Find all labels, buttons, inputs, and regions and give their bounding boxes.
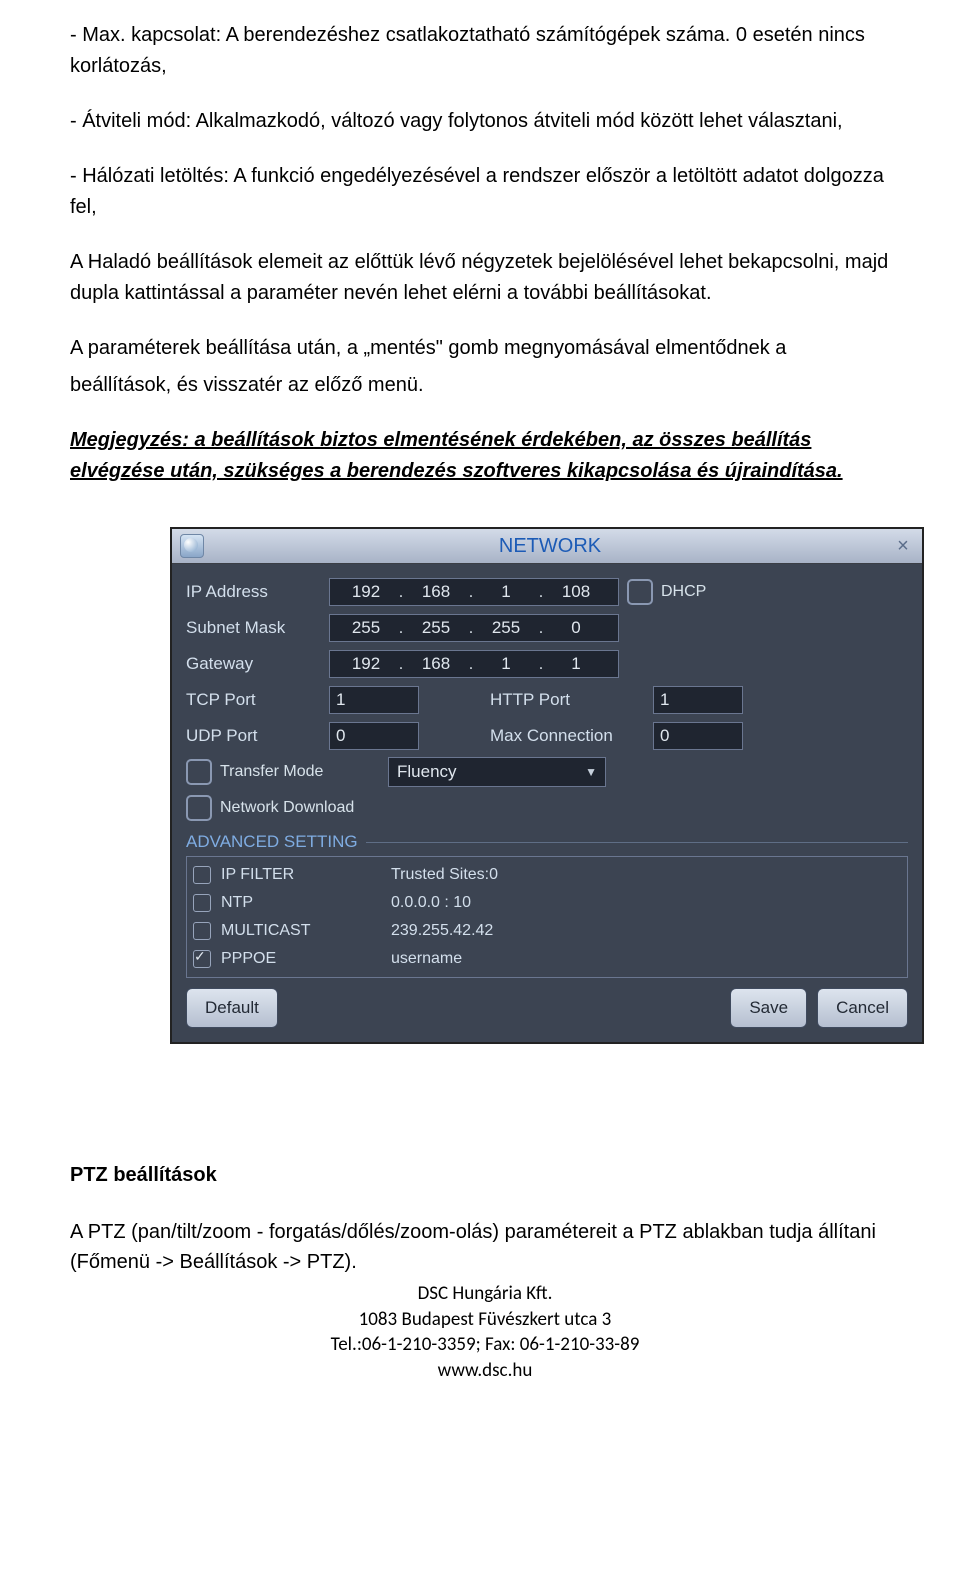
paragraph-max: - Max. kapcsolat: A berendezéshez csatla… [70, 20, 900, 82]
adv-name-ntp: NTP [221, 894, 381, 912]
udp-input[interactable]: 0 [329, 722, 419, 750]
label-ip: IP Address [186, 582, 321, 602]
adv-row-ntp[interactable]: NTP 0.0.0.0 : 10 [193, 889, 899, 917]
adv-name-pppoe: PPPOE [221, 950, 381, 968]
gw-octet-4[interactable]: 1 [546, 654, 606, 674]
footer-line-1: DSC Hungária Kft. [70, 1281, 900, 1307]
adv-name-ipfilter: IP FILTER [221, 866, 381, 884]
ptz-paragraph: A PTZ (pan/tilt/zoom - forgatás/dőlés/zo… [70, 1217, 900, 1277]
paragraph-netdl: - Hálózati letöltés: A funkció engedélye… [70, 161, 900, 223]
ptz-heading: PTZ beállítások [70, 1164, 900, 1187]
label-subnet: Subnet Mask [186, 618, 321, 638]
network-dialog: NETWORK × IP Address 192. 168. 1. 108 DH… [170, 527, 924, 1044]
adv-val-multicast: 239.255.42.42 [391, 922, 899, 940]
dhcp-checkbox[interactable] [627, 579, 653, 605]
label-max: Max Connection [490, 726, 645, 746]
adv-row-pppoe[interactable]: PPPOE username [193, 945, 899, 973]
subnet-octet-2[interactable]: 255 [406, 618, 466, 638]
network-icon [180, 534, 204, 558]
label-tcp: TCP Port [186, 690, 321, 710]
ip-octet-2[interactable]: 168 [406, 582, 466, 602]
subnet-octet-1[interactable]: 255 [336, 618, 396, 638]
gateway-input[interactable]: 192. 168. 1. 1 [329, 650, 619, 678]
http-input[interactable]: 1 [653, 686, 743, 714]
gw-octet-2[interactable]: 168 [406, 654, 466, 674]
gw-octet-3[interactable]: 1 [476, 654, 536, 674]
subnet-octet-4[interactable]: 0 [546, 618, 606, 638]
label-dhcp: DHCP [661, 583, 706, 601]
subnet-input[interactable]: 255. 255. 255. 0 [329, 614, 619, 642]
tcp-input[interactable]: 1 [329, 686, 419, 714]
label-udp: UDP Port [186, 726, 321, 746]
note: Megjegyzés: a beállítások biztos elmenté… [70, 425, 900, 487]
advanced-heading: ADVANCED SETTING [186, 832, 908, 852]
adv-val-ipfilter: Trusted Sites:0 [391, 866, 899, 884]
transfer-select[interactable]: Fluency ▼ [388, 757, 606, 787]
adv-cb-ntp[interactable] [193, 894, 211, 912]
paragraph-save-2: beállítások, és visszatér az előző menü. [70, 370, 900, 401]
default-button[interactable]: Default [186, 988, 278, 1028]
adv-cb-ipfilter[interactable] [193, 866, 211, 884]
paragraph-transfer: - Átviteli mód: Alkalmazkodó, változó va… [70, 106, 900, 137]
adv-row-ipfilter[interactable]: IP FILTER Trusted Sites:0 [193, 861, 899, 889]
save-button[interactable]: Save [730, 988, 807, 1028]
adv-name-multicast: MULTICAST [221, 922, 381, 940]
label-gateway: Gateway [186, 654, 321, 674]
titlebar: NETWORK × [172, 529, 922, 564]
label-transfer: Transfer Mode [220, 763, 380, 781]
adv-val-ntp: 0.0.0.0 : 10 [391, 894, 899, 912]
advanced-list: IP FILTER Trusted Sites:0 NTP 0.0.0.0 : … [186, 856, 908, 978]
label-netdl: Network Download [220, 799, 480, 817]
adv-val-pppoe: username [391, 950, 899, 968]
adv-cb-pppoe[interactable] [193, 950, 211, 968]
paragraph-advanced: A Haladó beállítások elemeit az előttük … [70, 247, 900, 309]
ip-octet-4[interactable]: 108 [546, 582, 606, 602]
netdl-checkbox[interactable] [186, 795, 212, 821]
adv-row-multicast[interactable]: MULTICAST 239.255.42.42 [193, 917, 899, 945]
ip-octet-3[interactable]: 1 [476, 582, 536, 602]
subnet-octet-3[interactable]: 255 [476, 618, 536, 638]
close-icon[interactable]: × [890, 533, 916, 559]
dialog-title: NETWORK [210, 535, 890, 558]
ip-octet-1[interactable]: 192 [336, 582, 396, 602]
footer: DSC Hungária Kft. 1083 Budapest Füvészke… [70, 1281, 900, 1384]
footer-line-2: 1083 Budapest Füvészkert utca 3 [70, 1307, 900, 1333]
label-http: HTTP Port [490, 690, 645, 710]
footer-line-3: Tel.:06-1-210-3359; Fax: 06-1-210-33-89 [70, 1332, 900, 1358]
cancel-button[interactable]: Cancel [817, 988, 908, 1028]
gw-octet-1[interactable]: 192 [336, 654, 396, 674]
footer-line-4: www.dsc.hu [70, 1358, 900, 1384]
transfer-value: Fluency [397, 762, 457, 782]
adv-cb-multicast[interactable] [193, 922, 211, 940]
maxconn-input[interactable]: 0 [653, 722, 743, 750]
paragraph-save-1: A paraméterek beállítása után, a „mentés… [70, 333, 900, 364]
ip-input[interactable]: 192. 168. 1. 108 [329, 578, 619, 606]
transfer-checkbox[interactable] [186, 759, 212, 785]
chevron-down-icon: ▼ [585, 765, 597, 779]
